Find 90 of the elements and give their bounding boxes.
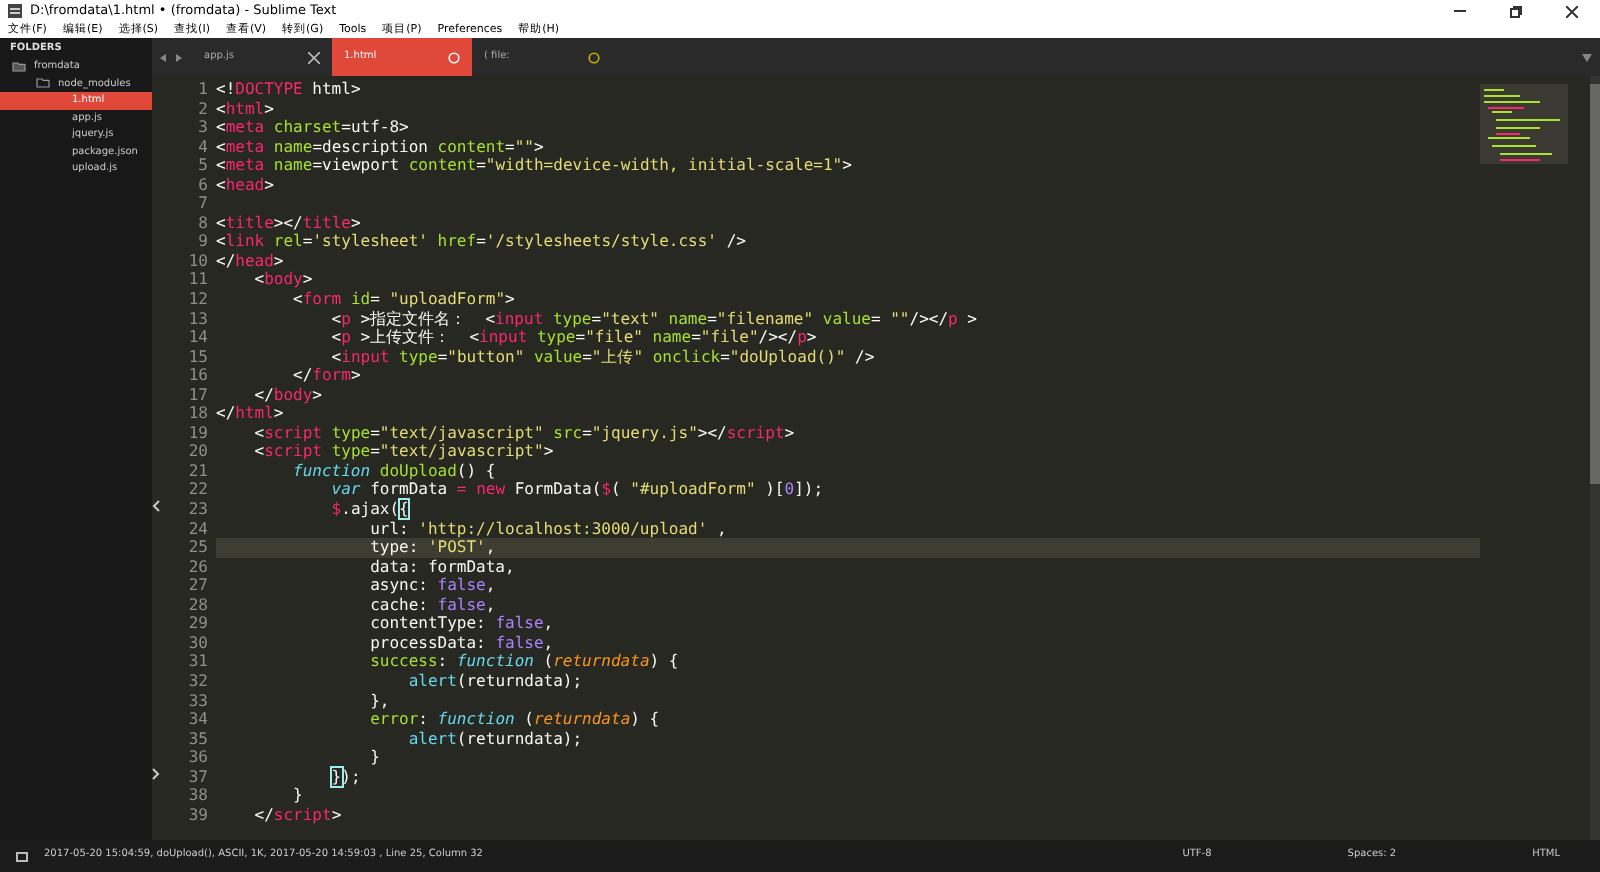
- code-line: <link rel='stylesheet' href='/stylesheets/style.css' />: [216, 232, 748, 252]
- code-line: success: function (returndata) {: [368, 652, 681, 672]
- code-line: <p >上传文件： <input type="file" name="file"/></p>: [329, 328, 819, 348]
- line-number: 26: [186, 557, 208, 577]
- line-number: 39: [186, 805, 208, 825]
- line-number: 1: [196, 80, 208, 100]
- code-line: contentType: false,: [368, 614, 556, 634]
- line-number: 10: [186, 251, 208, 271]
- line-number: 13: [186, 309, 208, 329]
- code-line: });: [329, 767, 363, 787]
- code-line: </form>: [291, 366, 363, 386]
- code-line: <title></title>: [216, 213, 363, 233]
- code-line: processData: false,: [368, 633, 555, 653]
- line-number: 35: [186, 729, 208, 749]
- line-number: 36: [186, 748, 208, 768]
- line-number: 38: [186, 786, 208, 806]
- code-line: }: [291, 786, 305, 806]
- line-number: 18: [186, 404, 208, 424]
- tab-left-arrow-icon[interactable]: [160, 53, 168, 61]
- code-line: var formData = new FormData($( "#uploadForm" )[0]);: [329, 480, 826, 501]
- line-number: 17: [186, 385, 208, 405]
- line-number: 6: [196, 175, 208, 195]
- app-icon: [8, 4, 22, 18]
- line-number: 21: [186, 461, 208, 481]
- code-line: alert(returndata);: [406, 671, 585, 691]
- tab-right-arrow-icon[interactable]: [176, 53, 184, 61]
- line-number: 4: [196, 137, 208, 157]
- line-number: 25: [186, 538, 208, 558]
- line-number: 30: [186, 633, 208, 653]
- code-line: <input type="button" value="上传" onclick="doUpload()" />: [329, 347, 877, 367]
- fold-marker-icon[interactable]: [152, 500, 160, 513]
- unsaved-dot-icon: [588, 51, 600, 63]
- maximize-icon[interactable]: [1510, 5, 1522, 17]
- code-line: <meta charset=utf-8>: [216, 118, 411, 138]
- code-line: <form id= "uploadForm">: [291, 290, 517, 310]
- code-line: <head>: [216, 175, 276, 195]
- tab-menu-icon[interactable]: [1582, 53, 1592, 61]
- line-number: 32: [186, 671, 208, 691]
- line-number: 8: [196, 213, 208, 233]
- code-line: $.ajax({: [329, 500, 411, 520]
- line-number: 2: [196, 99, 208, 119]
- line-number: 23: [186, 500, 208, 520]
- code-line: <html>: [216, 99, 275, 119]
- line-number: 34: [186, 710, 208, 730]
- line-number: 37: [186, 767, 208, 787]
- code-line: alert(returndata);: [406, 729, 585, 749]
- line-number: 16: [186, 366, 208, 386]
- line-number: 28: [186, 595, 208, 615]
- code-line: <!DOCTYPE html>: [216, 80, 363, 100]
- code-line: function doUpload() {: [291, 461, 498, 481]
- code-line: <meta name=description content="">: [216, 137, 546, 157]
- code-line: <meta name=viewport content="width=device-width, initial-scale=1">: [216, 156, 854, 176]
- line-number: 14: [186, 328, 208, 348]
- panel-icon[interactable]: [16, 851, 28, 861]
- line-number: 31: [186, 652, 208, 672]
- close-icon[interactable]: [1566, 5, 1578, 17]
- code-line: <script type="text/javascript" src="jquery.js"></script>: [252, 423, 797, 443]
- code-line: data: formData,: [368, 557, 517, 577]
- line-number: 9: [196, 232, 208, 252]
- code-line: </script>: [252, 805, 344, 825]
- minimap-drawing: [1480, 84, 1568, 164]
- code-line: url: 'http://localhost:3000/upload' ,: [368, 519, 729, 539]
- line-number: 12: [186, 290, 208, 310]
- line-number: 3: [196, 118, 208, 138]
- line-number: 15: [186, 347, 208, 367]
- code-line: <script type="text/javascript">: [252, 442, 556, 462]
- code-line: async: false,: [368, 576, 498, 596]
- line-number: 11: [186, 270, 208, 291]
- line-number: 19: [186, 423, 208, 443]
- unsaved-dot-icon: [448, 51, 460, 63]
- code-line: <p >指定文件名： <input type="text" name="filename" value= ""/></p >: [329, 309, 979, 328]
- line-number: 24: [186, 519, 208, 539]
- line-number: 33: [186, 691, 208, 711]
- code-line: </head>: [216, 251, 286, 271]
- code-line: }: [368, 748, 382, 768]
- line-number: 5: [196, 156, 208, 176]
- code-line: cache: false,: [368, 595, 497, 615]
- line-number: 22: [186, 480, 208, 501]
- line-number: 7: [196, 194, 208, 214]
- code-line: },: [368, 691, 392, 711]
- code-line: error: function (returndata) {: [368, 710, 662, 730]
- line-number: 27: [186, 576, 208, 596]
- code-line: <body>: [252, 270, 315, 291]
- code-line: </html>: [216, 404, 286, 424]
- close-icon[interactable]: [308, 51, 320, 63]
- scrollbar-thumb[interactable]: [1590, 84, 1600, 484]
- code-line: </body>: [252, 385, 324, 405]
- fold-marker-icon[interactable]: [152, 767, 160, 780]
- line-number: 20: [186, 442, 208, 462]
- line-number: 29: [186, 614, 208, 634]
